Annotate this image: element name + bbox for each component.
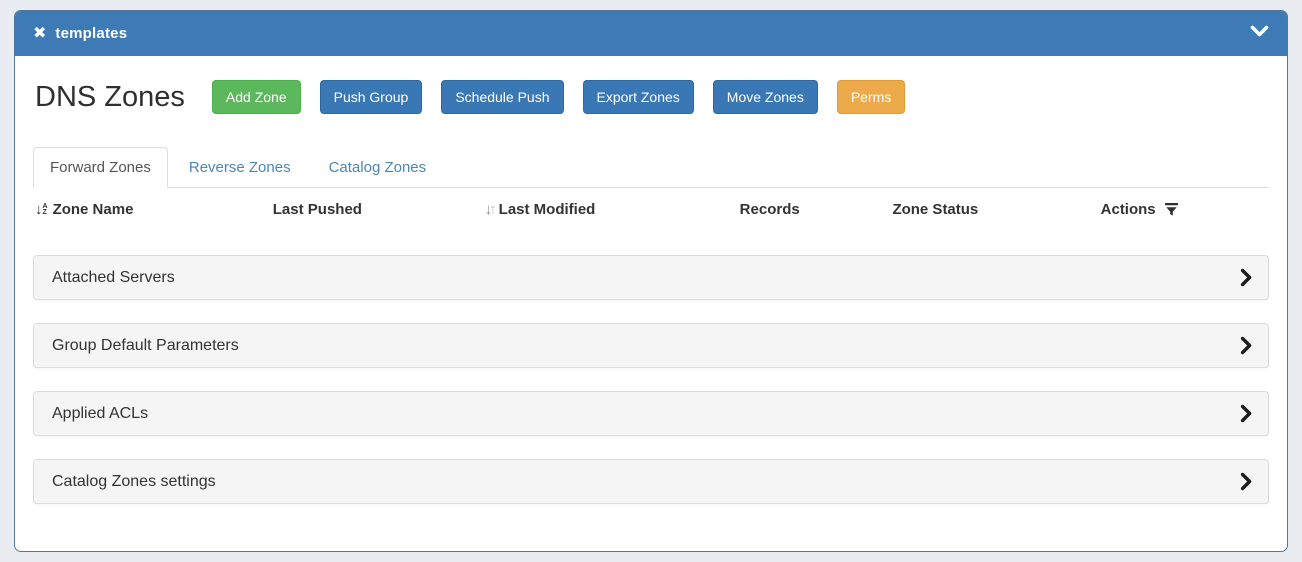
panel-title: templates [55, 25, 128, 42]
accordion-attached-servers[interactable]: Attached Servers [33, 255, 1269, 300]
column-last-modified[interactable]: ↓ ↑ Last Modified [485, 201, 740, 218]
chevron-right-icon [1240, 472, 1252, 491]
column-label: Zone Status [892, 201, 979, 218]
accordion-label: Attached Servers [52, 268, 175, 286]
settings-accordions: Attached Servers Group Default Parameter… [33, 255, 1269, 504]
accordion-applied-acls[interactable]: Applied ACLs [33, 391, 1269, 436]
templates-panel: ✖ templates DNS Zones Add Zone Push Grou… [14, 10, 1288, 552]
chevron-right-icon [1240, 268, 1252, 287]
column-actions[interactable]: Actions [1101, 201, 1267, 218]
zones-tab-bar: Forward Zones Reverse Zones Catalog Zone… [33, 147, 1269, 188]
chevron-right-icon [1240, 336, 1252, 355]
tab-reverse-zones[interactable]: Reverse Zones [172, 147, 308, 188]
schedule-push-button[interactable]: Schedule Push [441, 79, 564, 115]
export-zones-button[interactable]: Export Zones [582, 79, 694, 115]
chevron-right-icon [1240, 404, 1252, 423]
accordion-label: Catalog Zones settings [52, 472, 216, 490]
zones-table-header: ↓ A Z Zone Name Last Pushed ↓ ↑ Last Mod… [33, 188, 1269, 229]
column-records[interactable]: Records [740, 201, 893, 218]
close-icon[interactable]: ✖ [33, 25, 46, 42]
accordion-label: Group Default Parameters [52, 336, 239, 354]
tab-forward-zones[interactable]: Forward Zones [33, 147, 168, 188]
tab-catalog-zones[interactable]: Catalog Zones [312, 147, 444, 188]
page-title: DNS Zones [35, 80, 185, 113]
panel-header: ✖ templates [15, 11, 1287, 56]
add-zone-button[interactable]: Add Zone [211, 79, 301, 115]
column-label: Records [739, 201, 800, 218]
title-toolbar: DNS Zones Add Zone Push Group Schedule P… [33, 76, 1269, 118]
accordion-catalog-zones-settings[interactable]: Catalog Zones settings [33, 459, 1269, 504]
column-zone-name[interactable]: ↓ A Z Zone Name [35, 201, 273, 218]
column-label: Zone Name [52, 201, 134, 218]
filter-icon[interactable] [1164, 202, 1179, 217]
move-zones-button[interactable]: Move Zones [712, 79, 818, 115]
push-group-button[interactable]: Push Group [319, 79, 423, 115]
sort-up-down-icon[interactable]: ↓ ↑ [485, 202, 497, 217]
accordion-label: Applied ACLs [52, 404, 149, 422]
column-last-pushed[interactable]: Last Pushed [273, 201, 485, 218]
panel-body: DNS Zones Add Zone Push Group Schedule P… [15, 56, 1287, 504]
chevron-down-icon [1250, 25, 1269, 43]
collapse-panel-button[interactable] [1250, 25, 1269, 43]
accordion-group-default-parameters[interactable]: Group Default Parameters [33, 323, 1269, 368]
sort-alpha-down-icon[interactable]: ↓ A Z [35, 202, 48, 217]
column-zone-status[interactable]: Zone Status [892, 201, 1100, 218]
column-label: Last Pushed [272, 201, 362, 218]
perms-button[interactable]: Perms [836, 79, 906, 115]
column-label: Last Modified [498, 201, 596, 218]
column-label: Actions [1100, 201, 1156, 218]
